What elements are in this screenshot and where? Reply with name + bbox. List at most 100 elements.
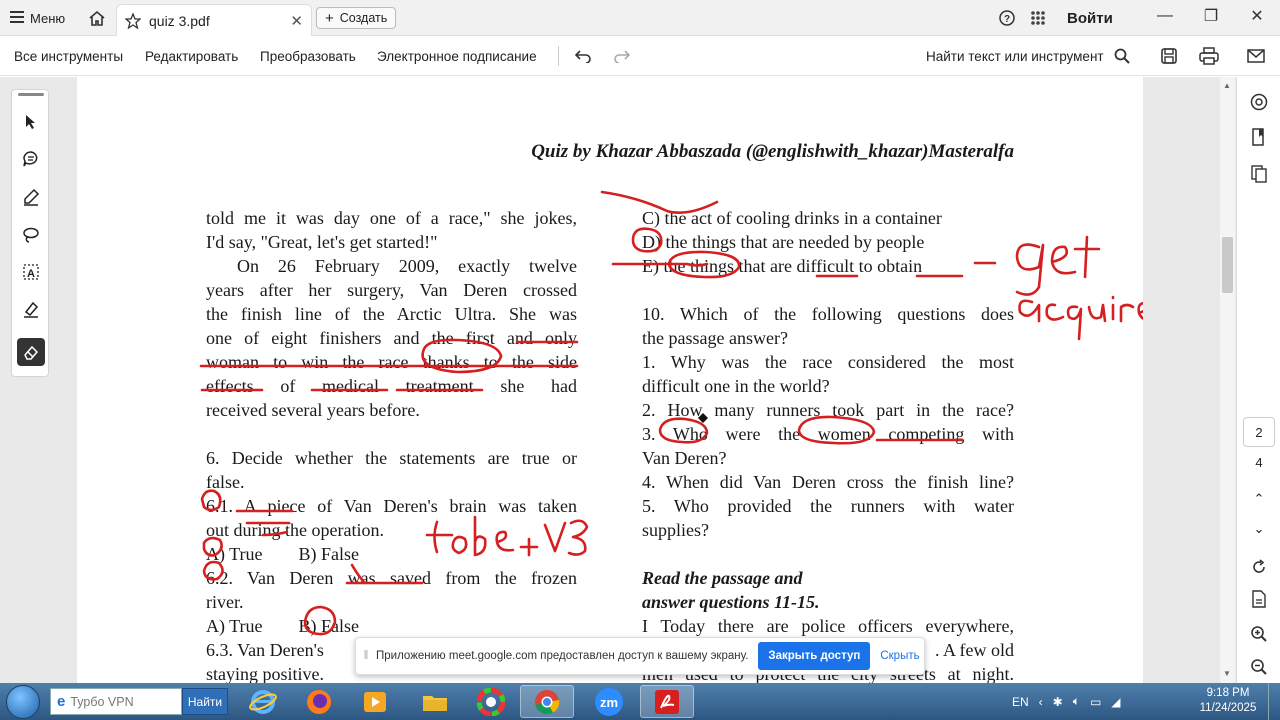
taskbar-search-button[interactable]: Найти [182, 688, 228, 715]
stop-sharing-button[interactable]: Закрыть доступ [758, 642, 871, 670]
text-line: out during the operation. [206, 520, 384, 540]
color-app-icon[interactable] [464, 685, 518, 718]
text-line: I Today there are police officers everyw… [642, 616, 1014, 636]
bookmarks-icon[interactable] [1247, 125, 1271, 149]
text-line: On 26 February 2009, exactly twelve [237, 256, 577, 276]
scroll-up-icon[interactable]: ▲ [1223, 81, 1231, 90]
text-line: E) the things that are difficult to obta… [642, 256, 923, 276]
document-workspace: A Quiz by Khazar Abbaszada (@englishwith… [0, 77, 1280, 683]
page-extract-icon[interactable] [1247, 587, 1271, 611]
zoom-out-icon[interactable] [1247, 655, 1271, 679]
start-button[interactable] [6, 685, 40, 719]
section-heading: Read the passage and [642, 568, 803, 588]
plus-icon: + [325, 9, 334, 27]
create-button[interactable]: + Создать [316, 7, 397, 29]
pages-icon[interactable] [1247, 162, 1271, 186]
screen-share-banner: ‖ Приложению meet.google.com предоставле… [355, 637, 925, 675]
redo-icon[interactable] [613, 36, 631, 76]
text-line: years after her surgery, Van Deren cross… [206, 280, 577, 300]
menu-button[interactable]: Меню [10, 0, 65, 36]
vertical-scrollbar[interactable]: ▲ ▼ [1220, 77, 1235, 683]
text-line: 5. Who provided the runners with water [642, 496, 1014, 516]
tab-title: quiz 3.pdf [149, 12, 210, 29]
taskbar-search-input[interactable]: e Турбо VPN [50, 688, 182, 715]
previous-page-icon[interactable]: ⌃ [1247, 487, 1271, 511]
close-tab-icon[interactable]: ✕ [290, 12, 303, 30]
current-page-number[interactable]: 2 [1243, 417, 1275, 447]
scroll-down-icon[interactable]: ▼ [1223, 669, 1231, 678]
text-line: 1. Why was the race considered the most [642, 352, 1014, 372]
restore-icon[interactable]: ❐ [1188, 0, 1234, 32]
close-window-icon[interactable]: ✕ [1234, 0, 1280, 32]
browser-e-icon: e [57, 693, 66, 710]
toolbar-grip[interactable] [18, 93, 44, 96]
highlight-pen-icon[interactable] [19, 185, 43, 209]
share-message: Приложению meet.google.com предоставлен … [376, 650, 749, 662]
text-line: woman to win the race thanks to the side [206, 352, 577, 372]
comment-icon[interactable] [19, 147, 43, 171]
acrobat-icon[interactable] [640, 685, 694, 718]
print-icon[interactable] [1199, 36, 1219, 76]
clock-time: 9:18 PM [1206, 687, 1250, 699]
file-explorer-icon[interactable] [408, 685, 462, 718]
media-player-icon[interactable] [348, 685, 402, 718]
text-line: the passage answer? [642, 328, 788, 348]
battery-icon[interactable]: ▭ [1090, 695, 1101, 709]
bluetooth-icon[interactable]: ✱ [1053, 695, 1063, 709]
apps-grid-icon[interactable] [1030, 0, 1048, 36]
zoom-app-icon[interactable]: zm [582, 685, 636, 718]
ink-word-acquire [1018, 295, 1143, 341]
rotate-icon[interactable] [1247, 555, 1271, 579]
text-line: told me it was day one of a race," she j… [206, 208, 577, 228]
svg-text:A: A [27, 268, 35, 280]
ink-word-get [1015, 235, 1101, 296]
fill-sign-icon[interactable] [19, 297, 43, 321]
select-cursor-icon[interactable] [19, 110, 43, 134]
all-tools-button[interactable]: Все инструменты [14, 36, 123, 76]
next-page-icon[interactable]: ⌄ [1247, 517, 1271, 541]
ai-assistant-icon[interactable] [1247, 90, 1271, 114]
network-icon[interactable]: ◢ [1111, 695, 1120, 709]
volume-icon[interactable]: 🔈︎ [1073, 694, 1080, 709]
mail-icon[interactable] [1247, 36, 1265, 76]
language-indicator[interactable]: EN [1012, 695, 1029, 709]
home-button[interactable] [86, 0, 108, 36]
signin-button[interactable]: Войти [1067, 0, 1113, 36]
page-header: Quiz by Khazar Abbaszada (@englishwith_k… [531, 141, 1014, 162]
scroll-thumb[interactable] [1222, 237, 1233, 293]
text-line: difficult one in the world? [642, 376, 830, 396]
system-tray: EN ‹ ✱ 🔈︎ ▭ ◢ [1012, 683, 1121, 720]
star-icon[interactable] [125, 12, 141, 29]
text-line: C) the act of cooling drinks in a contai… [642, 208, 942, 228]
find-tool[interactable]: Найти текст или инструмент [926, 36, 1130, 76]
tray-overflow-icon[interactable]: ‹ [1039, 695, 1043, 709]
esign-button[interactable]: Электронное подписание [377, 36, 537, 76]
taskbar-clock[interactable]: 9:18 PM 11/24/2025 [1198, 686, 1258, 716]
undo-icon[interactable] [574, 36, 592, 76]
save-icon[interactable] [1160, 36, 1178, 76]
help-icon[interactable]: ? [999, 0, 1017, 36]
total-pages: 4 [1255, 455, 1263, 470]
edit-button[interactable]: Редактировать [145, 36, 238, 76]
chrome-icon[interactable] [520, 685, 574, 718]
text-line: 6. Decide whether the statements are tru… [206, 448, 577, 468]
windows-taskbar: e Турбо VPN Найти zm EN ‹ ✱ 🔈︎ ▭ ◢ 9:18 … [0, 683, 1280, 720]
text-line: 6.2. Van Deren was saved from the frozen [206, 568, 577, 588]
minimize-icon[interactable]: — [1142, 0, 1188, 32]
firefox-icon[interactable] [292, 685, 346, 718]
zoom-in-icon[interactable] [1247, 622, 1271, 646]
show-desktop-button[interactable] [1268, 683, 1280, 720]
eraser-icon[interactable] [17, 338, 45, 366]
tab-quiz-3[interactable]: quiz 3.pdf ✕ [116, 4, 312, 36]
hide-banner-link[interactable]: Скрыть [880, 650, 919, 662]
internet-explorer-icon[interactable] [236, 685, 290, 718]
drag-handle-icon[interactable]: ‖ [356, 650, 376, 662]
text-box-icon[interactable]: A [19, 260, 43, 284]
convert-button[interactable]: Преобразовать [260, 36, 356, 76]
lasso-draw-icon[interactable] [19, 223, 43, 247]
main-toolbar: Все инструменты Редактировать Преобразов… [0, 36, 1280, 76]
text-line: 2. How many runners took part in the rac… [642, 400, 1014, 420]
